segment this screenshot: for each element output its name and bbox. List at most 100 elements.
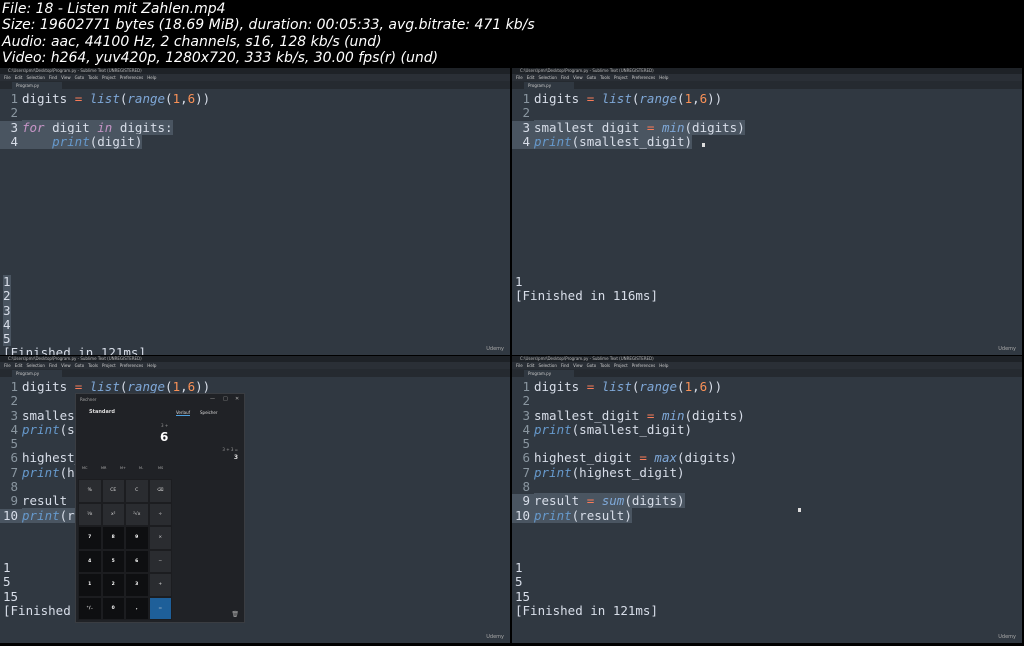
- calculator-key[interactable]: 2: [101, 573, 125, 597]
- tab-program-py[interactable]: Program.py: [12, 82, 62, 89]
- menu-view[interactable]: View: [61, 75, 71, 80]
- calculator-key[interactable]: =: [148, 596, 172, 620]
- menu-preferences[interactable]: Preferences: [120, 75, 144, 80]
- menu-preferences[interactable]: Preferences: [120, 363, 144, 368]
- calculator-key[interactable]: 0: [101, 596, 125, 620]
- maximize-icon[interactable]: □: [223, 396, 228, 402]
- calculator-key[interactable]: ²√x: [125, 502, 149, 526]
- output-line: [Finished in 116ms]: [515, 289, 658, 303]
- code-token: range: [639, 379, 678, 394]
- calculator-key[interactable]: 8: [101, 526, 125, 550]
- menu-preferences[interactable]: Preferences: [632, 75, 656, 80]
- calculator-mode[interactable]: Standard: [89, 409, 115, 415]
- calculator-key[interactable]: C: [125, 479, 149, 503]
- line-number: 8: [522, 479, 530, 495]
- menu-view[interactable]: View: [573, 75, 583, 80]
- code-token: digits: [22, 379, 75, 394]
- tab-speicher[interactable]: Speicher: [200, 410, 218, 415]
- menu-goto[interactable]: Goto: [75, 75, 85, 80]
- calculator-key[interactable]: 4: [78, 549, 102, 573]
- trash-icon[interactable]: 🗑: [231, 611, 239, 618]
- close-icon[interactable]: ✕: [235, 396, 239, 402]
- code-editor[interactable]: 1 digits = list(range(1,6)) 2 3 for digit in…: [0, 91, 510, 150]
- menu-preferences[interactable]: Preferences: [632, 363, 656, 368]
- calculator-key[interactable]: 9: [125, 526, 149, 550]
- calculator-key[interactable]: ×: [148, 526, 172, 550]
- mouse-cursor: [798, 508, 801, 512]
- menu-edit[interactable]: Edit: [15, 75, 23, 80]
- menu-goto[interactable]: Goto: [587, 363, 597, 368]
- menu-help[interactable]: Help: [659, 75, 668, 80]
- menu-view[interactable]: View: [573, 363, 583, 368]
- calculator-key[interactable]: 6: [125, 549, 149, 573]
- memory-button[interactable]: MC: [82, 466, 87, 470]
- menu-tools[interactable]: Tools: [88, 75, 98, 80]
- menu-help[interactable]: Help: [147, 363, 156, 368]
- tab-verlauf[interactable]: Verlauf: [176, 410, 191, 416]
- menu-edit[interactable]: Edit: [527, 363, 535, 368]
- menu-find[interactable]: Find: [561, 363, 569, 368]
- calculator-window[interactable]: Rechner — □ ✕ Standard Verlauf Speicher 3 +6 3 +…: [75, 393, 245, 623]
- menu-edit[interactable]: Edit: [527, 75, 535, 80]
- menu-view[interactable]: View: [61, 363, 71, 368]
- calculator-key[interactable]: 7: [78, 526, 102, 550]
- menu-project[interactable]: Project: [102, 363, 116, 368]
- tab-program-py[interactable]: Program.py: [524, 370, 574, 377]
- udemy-watermark: Udemy: [998, 634, 1016, 640]
- menu-find[interactable]: Find: [561, 75, 569, 80]
- menu-find[interactable]: Find: [49, 363, 57, 368]
- minimize-icon[interactable]: —: [210, 396, 215, 402]
- menu-selection[interactable]: Selection: [26, 75, 44, 80]
- code-token: print: [534, 507, 572, 523]
- code-editor[interactable]: 1digits = list(range(1,6))23smallest_dig…: [512, 91, 1022, 150]
- memory-button[interactable]: M-: [139, 466, 143, 470]
- memory-button[interactable]: M+: [120, 466, 126, 470]
- code-token: 1: [172, 379, 181, 394]
- menu-selection[interactable]: Selection: [26, 363, 44, 368]
- memory-button[interactable]: MR: [101, 466, 106, 470]
- calculator-key[interactable]: x²: [101, 502, 125, 526]
- line-number: 1: [10, 91, 18, 106]
- menu-help[interactable]: Help: [659, 363, 668, 368]
- menu-goto[interactable]: Goto: [75, 363, 85, 368]
- calculator-key[interactable]: ÷: [148, 502, 172, 526]
- calculator-key[interactable]: ⌫: [148, 479, 172, 503]
- calculator-key[interactable]: +: [148, 573, 172, 597]
- code-token: for: [22, 119, 45, 135]
- calculator-key[interactable]: 5: [101, 549, 125, 573]
- menu-file[interactable]: File: [4, 363, 11, 368]
- output-line: 5: [515, 575, 658, 589]
- menu-tools[interactable]: Tools: [600, 363, 610, 368]
- menu-file[interactable]: File: [4, 75, 11, 80]
- output-text: 5: [3, 574, 11, 590]
- calculator-key[interactable]: 1: [78, 573, 102, 597]
- calculator-key[interactable]: 3: [125, 573, 149, 597]
- calculator-key[interactable]: ,: [125, 596, 149, 620]
- output-line: 15: [515, 589, 658, 604]
- menu-selection[interactable]: Selection: [538, 75, 556, 80]
- menu-help[interactable]: Help: [147, 75, 156, 80]
- menu-find[interactable]: Find: [49, 75, 57, 80]
- line-number: 8: [10, 479, 18, 495]
- menu-goto[interactable]: Goto: [587, 75, 597, 80]
- menu-tools[interactable]: Tools: [88, 363, 98, 368]
- menu-selection[interactable]: Selection: [538, 363, 556, 368]
- menu-file[interactable]: File: [516, 363, 523, 368]
- calculator-key[interactable]: −: [148, 549, 172, 573]
- menu-tools[interactable]: Tools: [600, 75, 610, 80]
- code-token: min: [661, 407, 685, 423]
- menu-project[interactable]: Project: [102, 75, 116, 80]
- menu-file[interactable]: File: [516, 75, 523, 80]
- calculator-key[interactable]: ⁺∕₋: [78, 596, 102, 620]
- code-editor[interactable]: 1digits = list(range(1,6))23smallest_dig…: [512, 379, 1022, 523]
- tab-program-py[interactable]: Program.py: [12, 370, 62, 377]
- memory-button[interactable]: MS: [158, 466, 163, 470]
- menu-project[interactable]: Project: [614, 363, 628, 368]
- tab-program-py[interactable]: Program.py: [524, 82, 574, 89]
- menu-project[interactable]: Project: [614, 75, 628, 80]
- code-token: print: [22, 507, 60, 523]
- calculator-key[interactable]: %: [78, 479, 102, 503]
- menu-edit[interactable]: Edit: [15, 363, 23, 368]
- calculator-key[interactable]: ⅟x: [78, 502, 102, 526]
- calculator-key[interactable]: CE: [101, 479, 125, 503]
